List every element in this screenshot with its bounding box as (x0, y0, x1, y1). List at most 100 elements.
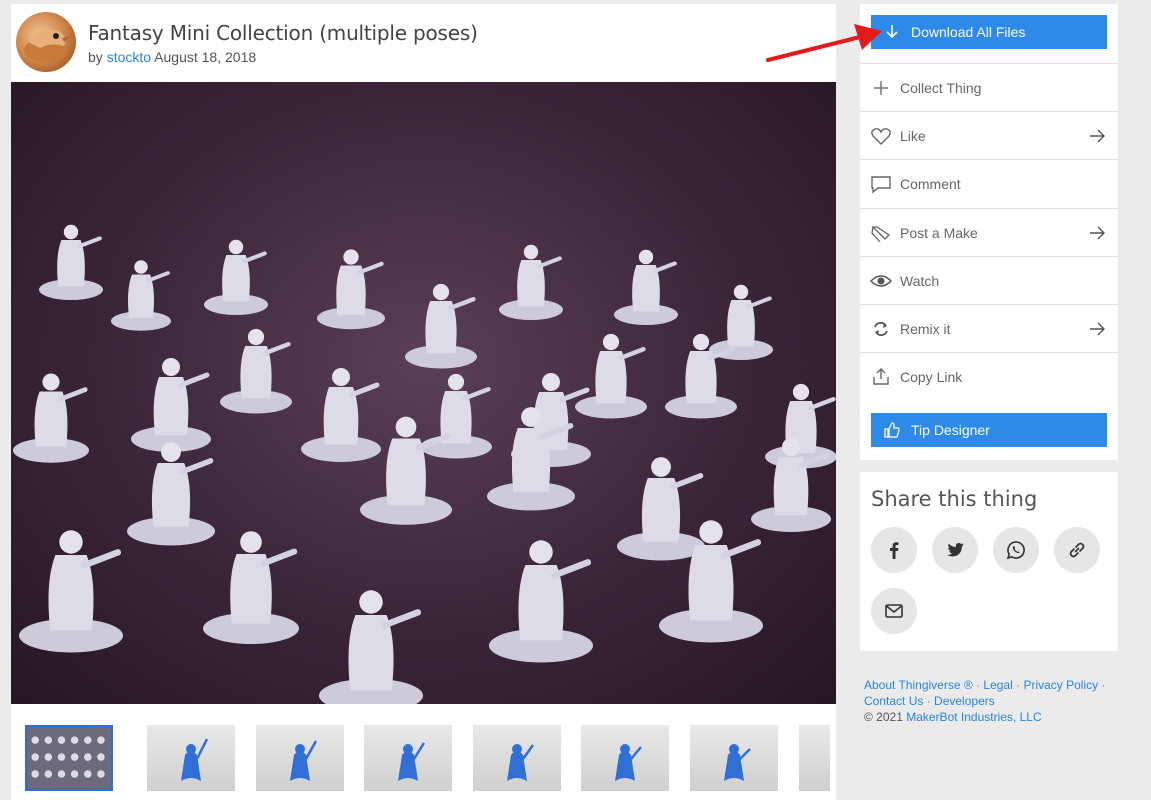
collect-label: Collect Thing (900, 80, 982, 96)
email-icon (885, 604, 903, 618)
miniature-figure (204, 239, 268, 315)
thumbnail-image (615, 744, 642, 781)
thumbnail-7[interactable] (690, 725, 778, 791)
comment-icon (871, 176, 891, 194)
author-link[interactable]: stockto (107, 49, 151, 65)
main-image[interactable] (11, 82, 836, 704)
thing-card: Fantasy Mini Collection (multiple poses)… (11, 4, 836, 800)
by-label: by (88, 49, 103, 65)
link-share-button[interactable] (1054, 527, 1100, 573)
thumbnail-1[interactable] (25, 725, 113, 791)
footer-line-3: © 2021 MakerBot Industries, LLC (864, 709, 1144, 725)
email-share-button[interactable] (871, 588, 917, 634)
miniature-figure (317, 249, 385, 330)
annotation-arrow (766, 24, 882, 62)
miniature-figure (614, 249, 678, 325)
copy-link-label: Copy Link (900, 369, 963, 385)
download-label: Download All Files (911, 24, 1026, 40)
separator: · (1016, 678, 1021, 692)
miniatures-render (12, 224, 836, 704)
make-icon (871, 226, 891, 243)
whatsapp-share-button[interactable] (993, 527, 1039, 573)
tip-label: Tip Designer (911, 422, 990, 438)
miniature-figure (709, 284, 773, 360)
plus-icon (874, 81, 888, 95)
miniature-figure (499, 244, 563, 320)
copyright-text: © 2021 (864, 710, 903, 724)
miniature-figure (575, 333, 647, 419)
miniature-figure (360, 416, 452, 525)
arrow-right-icon[interactable] (1088, 224, 1106, 242)
miniature-figure (220, 328, 292, 414)
thumbnail-3[interactable] (256, 725, 344, 791)
like-label: Like (900, 128, 926, 144)
twitter-icon (947, 543, 964, 557)
comment-button[interactable]: Comment (860, 159, 1118, 207)
facebook-share-button[interactable] (871, 527, 917, 573)
download-all-files-button[interactable]: Download All Files (871, 15, 1107, 49)
registered-mark: ® (963, 678, 973, 692)
miniature-figure (203, 531, 299, 644)
post-a-make-button[interactable]: Post a Make (860, 208, 1118, 256)
thumbnail-2[interactable] (147, 725, 235, 791)
watch-label: Watch (900, 273, 940, 289)
miniature-figure (111, 260, 171, 331)
heart-icon (871, 128, 891, 145)
thumbnail-image (398, 742, 426, 781)
privacy-policy-link[interactable]: Privacy Policy (1023, 678, 1098, 692)
eye-icon (870, 275, 892, 287)
miniature-figure (301, 368, 381, 462)
watch-button[interactable]: Watch (860, 256, 1118, 304)
arrow-right-icon[interactable] (1088, 127, 1106, 145)
miniature-figure (319, 590, 423, 704)
miniature-figure (405, 283, 477, 369)
avatar[interactable] (16, 12, 76, 72)
miniature-figure (489, 540, 593, 663)
contact-us-link[interactable]: Contact Us (864, 694, 923, 708)
whatsapp-icon (1006, 541, 1025, 560)
thumbnail-5[interactable] (473, 725, 561, 791)
collect-thing-button[interactable]: Collect Thing (860, 63, 1118, 111)
thing-header: Fantasy Mini Collection (multiple poses)… (11, 4, 836, 81)
miniature-figure (127, 442, 215, 546)
thumbs-up-icon (884, 422, 900, 438)
comment-label: Comment (900, 176, 961, 192)
facebook-icon (890, 542, 899, 559)
share-upload-icon (873, 368, 889, 385)
thumbnail-strip (25, 725, 830, 795)
tip-designer-button[interactable]: Tip Designer (871, 413, 1107, 447)
miniature-figure (617, 457, 705, 561)
footer-line-2: Contact Us · Developers (864, 693, 1144, 709)
thumbnail-image (181, 738, 209, 781)
copy-link-button[interactable]: Copy Link (860, 352, 1118, 400)
like-button[interactable]: Like (860, 111, 1118, 159)
thumbnail-8[interactable] (799, 725, 830, 791)
remix-label: Remix it (900, 321, 951, 337)
miniature-figure (39, 224, 103, 300)
thumbnail-image (724, 744, 751, 781)
footer-line-1: About Thingiverse ® · Legal · Privacy Po… (864, 677, 1144, 693)
thumbnail-image (290, 740, 318, 781)
link-icon (1069, 542, 1085, 558)
company-link[interactable]: MakerBot Industries, LLC (906, 710, 1041, 724)
twitter-share-button[interactable] (932, 527, 978, 573)
about-link[interactable]: About Thingiverse (864, 678, 961, 692)
miniature-figure (420, 373, 492, 459)
footer: About Thingiverse ® · Legal · Privacy Po… (864, 677, 1144, 725)
remix-icon (874, 321, 888, 337)
separator: · (926, 694, 931, 708)
separator: · (1101, 678, 1106, 692)
miniature-figure (131, 358, 211, 452)
page-title: Fantasy Mini Collection (multiple poses) (88, 21, 478, 45)
thumbnail-image (31, 736, 105, 778)
miniature-figure (19, 530, 124, 653)
publish-date: August 18, 2018 (154, 49, 257, 65)
legal-link[interactable]: Legal (983, 678, 1012, 692)
byline: by stockto August 18, 2018 (88, 49, 256, 65)
thumbnail-6[interactable] (581, 725, 669, 791)
arrow-right-icon[interactable] (1088, 320, 1106, 338)
thumbnail-4[interactable] (364, 725, 452, 791)
share-title: Share this thing (871, 487, 1038, 511)
developers-link[interactable]: Developers (934, 694, 995, 708)
remix-button[interactable]: Remix it (860, 304, 1118, 352)
